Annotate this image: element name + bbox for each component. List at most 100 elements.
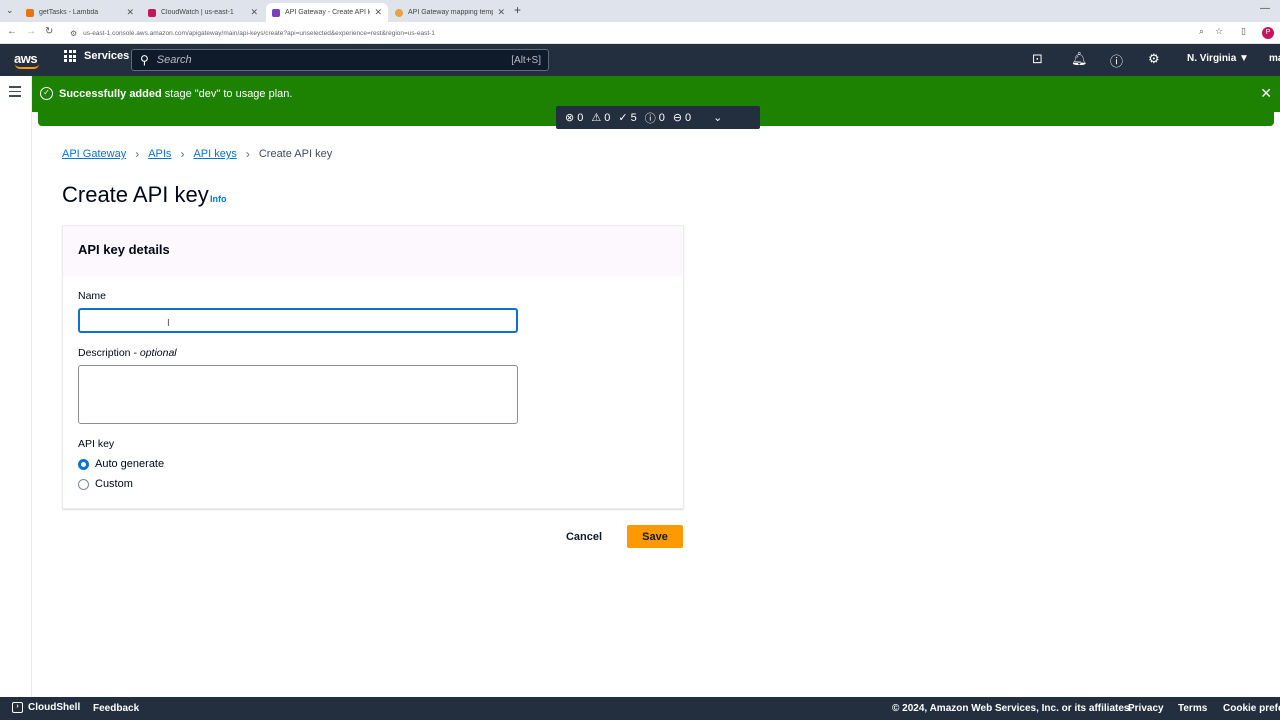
- docs-favicon-icon: [395, 8, 403, 17]
- forward-arrow-icon[interactable]: →: [26, 26, 36, 37]
- blocked-count-value: 0: [685, 111, 692, 124]
- success-check-icon: ✓: [40, 87, 53, 100]
- breadcrumb-current: Create API key: [258, 148, 333, 160]
- dismiss-flash-close-icon[interactable]: ✕: [1260, 85, 1272, 102]
- flash-message-rest: stage "dev" to usage plan.: [161, 88, 293, 100]
- description-textarea[interactable]: [78, 365, 518, 424]
- tab-search-icon[interactable]: ⌄: [6, 5, 14, 16]
- console-footer: › CloudShell Feedback © 2024, Amazon Web…: [0, 697, 1280, 720]
- tab-title: CloudWatch | us-east-1: [161, 9, 234, 16]
- radio-auto-generate[interactable]: Auto generate: [78, 458, 164, 470]
- error-count: ⊗ 0: [565, 111, 584, 125]
- tab-title: API Gateway mapping templat...: [408, 9, 494, 16]
- cloudshell-footer-button[interactable]: › CloudShell: [12, 702, 80, 713]
- minimize-window-icon[interactable]: —: [1260, 3, 1270, 14]
- account-menu[interactable]: ma: [1269, 53, 1280, 64]
- breadcrumb-link-api-gateway[interactable]: API Gateway: [62, 148, 126, 160]
- section-title: API key details: [78, 242, 170, 257]
- error-circle-icon: ⊗: [565, 112, 575, 124]
- optional-tag: optional: [139, 347, 177, 359]
- tab-title: getTasks - Lambda: [39, 9, 99, 16]
- lambda-favicon-icon: [26, 8, 34, 17]
- flash-message: Successfully added stage "dev" to usage …: [59, 88, 292, 100]
- aws-logo[interactable]: aws: [14, 51, 39, 69]
- profile-avatar[interactable]: P: [1262, 27, 1274, 39]
- description-label-text: Description -: [78, 347, 140, 359]
- copyright-text: © 2024, Amazon Web Services, Inc. or its…: [892, 703, 1133, 714]
- privacy-link[interactable]: Privacy: [1128, 703, 1164, 714]
- warning-count: ⚠︎ 0: [591, 111, 611, 125]
- radio-selected-icon[interactable]: [78, 458, 89, 470]
- blocked-count: ⊖ 0: [672, 111, 692, 125]
- help-icon[interactable]: ⓘ: [1110, 51, 1123, 70]
- back-arrow-icon[interactable]: ←: [7, 26, 17, 37]
- cloudshell-icon: ›: [12, 702, 23, 713]
- services-menu-button[interactable]: Services: [64, 50, 129, 62]
- browser-tab-lambda[interactable]: getTasks - Lambda ✕: [20, 3, 140, 22]
- aws-smile-icon: [15, 64, 39, 69]
- bookmark-star-icon[interactable]: ☆: [1215, 26, 1223, 37]
- radio-custom[interactable]: Custom: [78, 478, 133, 490]
- hamburger-menu-icon[interactable]: [9, 86, 21, 100]
- url-text: us-east-1.console.aws.amazon.com/apigate…: [83, 29, 435, 37]
- breadcrumb-chevron-icon: ›: [245, 147, 250, 161]
- info-count: ⓘ 0: [645, 110, 665, 126]
- site-info-icon[interactable]: ⚙: [70, 29, 77, 38]
- new-tab-icon[interactable]: +: [514, 3, 521, 17]
- close-tab-icon[interactable]: ✕: [497, 7, 505, 18]
- success-circle-icon: ✓: [618, 112, 628, 124]
- flash-message-bold: Successfully added: [59, 88, 162, 100]
- region-selector[interactable]: N. Virginia ▼: [1187, 53, 1249, 64]
- warning-triangle-icon: ⚠︎: [591, 112, 602, 124]
- tab-title: API Gateway - Create API key: [285, 9, 371, 16]
- cancel-button[interactable]: Cancel: [555, 525, 613, 548]
- settings-gear-icon[interactable]: ⚙: [1148, 51, 1160, 67]
- terms-link[interactable]: Terms: [1178, 703, 1207, 714]
- info-link[interactable]: Info: [210, 194, 227, 204]
- error-count-value: 0: [577, 111, 584, 124]
- success-count: ✓ 5: [618, 111, 637, 125]
- search-icon: ⚲: [140, 53, 149, 67]
- side-navigation-rail: [0, 76, 32, 697]
- breadcrumb-chevron-icon: ›: [135, 147, 140, 161]
- breadcrumb-link-api-keys[interactable]: API keys: [193, 148, 236, 160]
- services-grid-icon: [64, 50, 76, 62]
- save-button[interactable]: Save: [627, 525, 683, 548]
- browser-tab-strip: ⌄ getTasks - Lambda ✕ CloudWatch | us-ea…: [0, 0, 1280, 22]
- url-field[interactable]: ⚙ us-east-1.console.aws.amazon.com/apiga…: [64, 25, 1188, 41]
- browser-tab-cloudwatch[interactable]: CloudWatch | us-east-1 ✕: [142, 3, 264, 22]
- cloudshell-label: CloudShell: [28, 702, 81, 713]
- aws-top-navigation: aws Services ⚲ Search [Alt+S] ⊡ 🔔︎ ⓘ ⚙ N…: [0, 44, 1280, 76]
- breadcrumb-link-apis[interactable]: APIs: [148, 148, 171, 160]
- name-input[interactable]: [78, 308, 518, 333]
- close-tab-icon[interactable]: ✕: [374, 7, 382, 18]
- close-tab-icon[interactable]: ✕: [126, 7, 134, 18]
- page-title: Create API key: [62, 182, 209, 207]
- description-label: Description - optional: [78, 347, 177, 359]
- radio-label: Auto generate: [95, 458, 165, 470]
- notifications-bell-icon[interactable]: 🔔︎: [1071, 51, 1088, 67]
- reload-icon[interactable]: ↻: [45, 26, 53, 37]
- unified-search-input[interactable]: ⚲ Search [Alt+S]: [131, 49, 549, 71]
- cloudshell-icon[interactable]: ⊡: [1032, 51, 1043, 67]
- cookie-preferences-link[interactable]: Cookie prefer: [1223, 703, 1280, 714]
- minus-circle-icon: ⊖: [672, 112, 683, 124]
- info-circle-icon: ⓘ: [644, 112, 656, 125]
- warning-count-value: 0: [604, 111, 611, 124]
- notification-counter-bar[interactable]: ⊗ 0 ⚠︎ 0 ✓ 5 ⓘ 0 ⊖ 0 ⌄: [556, 106, 760, 129]
- text-cursor-icon: I: [167, 318, 170, 329]
- success-count-value: 5: [630, 111, 637, 124]
- chevron-down-icon[interactable]: ⌄: [713, 111, 722, 124]
- radio-label: Custom: [95, 478, 133, 490]
- browser-tab-mapping-templates[interactable]: API Gateway mapping templat... ✕: [389, 3, 511, 22]
- cloudwatch-favicon-icon: [148, 8, 156, 17]
- zoom-icon[interactable]: ⌕: [1199, 26, 1204, 37]
- radio-unselected-icon[interactable]: [78, 478, 89, 490]
- api-key-details-container: API key details Name I Description - opt…: [62, 225, 684, 509]
- feedback-link[interactable]: Feedback: [93, 703, 139, 714]
- side-panel-icon[interactable]: ▯: [1241, 26, 1246, 37]
- name-label: Name: [78, 290, 107, 302]
- close-tab-icon[interactable]: ✕: [250, 7, 258, 18]
- browser-tab-api-gateway[interactable]: API Gateway - Create API key ✕: [266, 3, 388, 22]
- services-label: Services: [84, 50, 130, 62]
